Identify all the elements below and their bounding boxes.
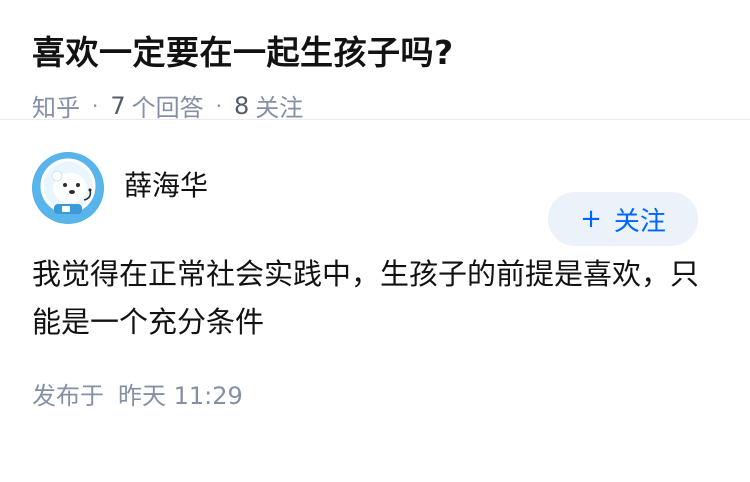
follower-count-label: 关注 <box>255 94 304 122</box>
published-time: 昨天 11:29 <box>118 382 243 410</box>
meta-separator: · <box>215 93 222 118</box>
question-title[interactable]: 喜欢一定要在一起生孩子吗? <box>32 30 718 76</box>
question-header: 喜欢一定要在一起生孩子吗? 知乎 · 7 个回答 · 8 关注 <box>0 0 750 123</box>
answer-count-label[interactable]: 个回答 <box>132 88 204 123</box>
published-label: 发布于 <box>32 382 104 410</box>
meta-separator: · <box>92 93 99 118</box>
answer-card: 薛海华 + 关注 我觉得在正常社会实践中，生孩子的前提是喜欢，只能是一个充分条件… <box>0 152 750 411</box>
answer-time: 发布于 昨天 11:29 <box>32 376 718 411</box>
avatar[interactable] <box>32 152 104 224</box>
answer-content[interactable]: 我觉得在正常社会实践中，生孩子的前提是喜欢，只能是一个充分条件 <box>32 250 712 346</box>
polar-bear-astronaut-icon <box>32 152 104 224</box>
question-meta: 知乎 · 7 个回答 · 8 关注 <box>32 88 718 123</box>
source-label[interactable]: 知乎 <box>32 88 80 123</box>
plus-icon: + <box>580 204 602 234</box>
answer-count: 7 <box>110 91 126 120</box>
author-name[interactable]: 薛海华 <box>124 164 208 204</box>
follow-button[interactable]: + 关注 <box>548 192 698 246</box>
follower-count: 8 <box>234 91 250 120</box>
follow-label: 关注 <box>613 206 666 237</box>
